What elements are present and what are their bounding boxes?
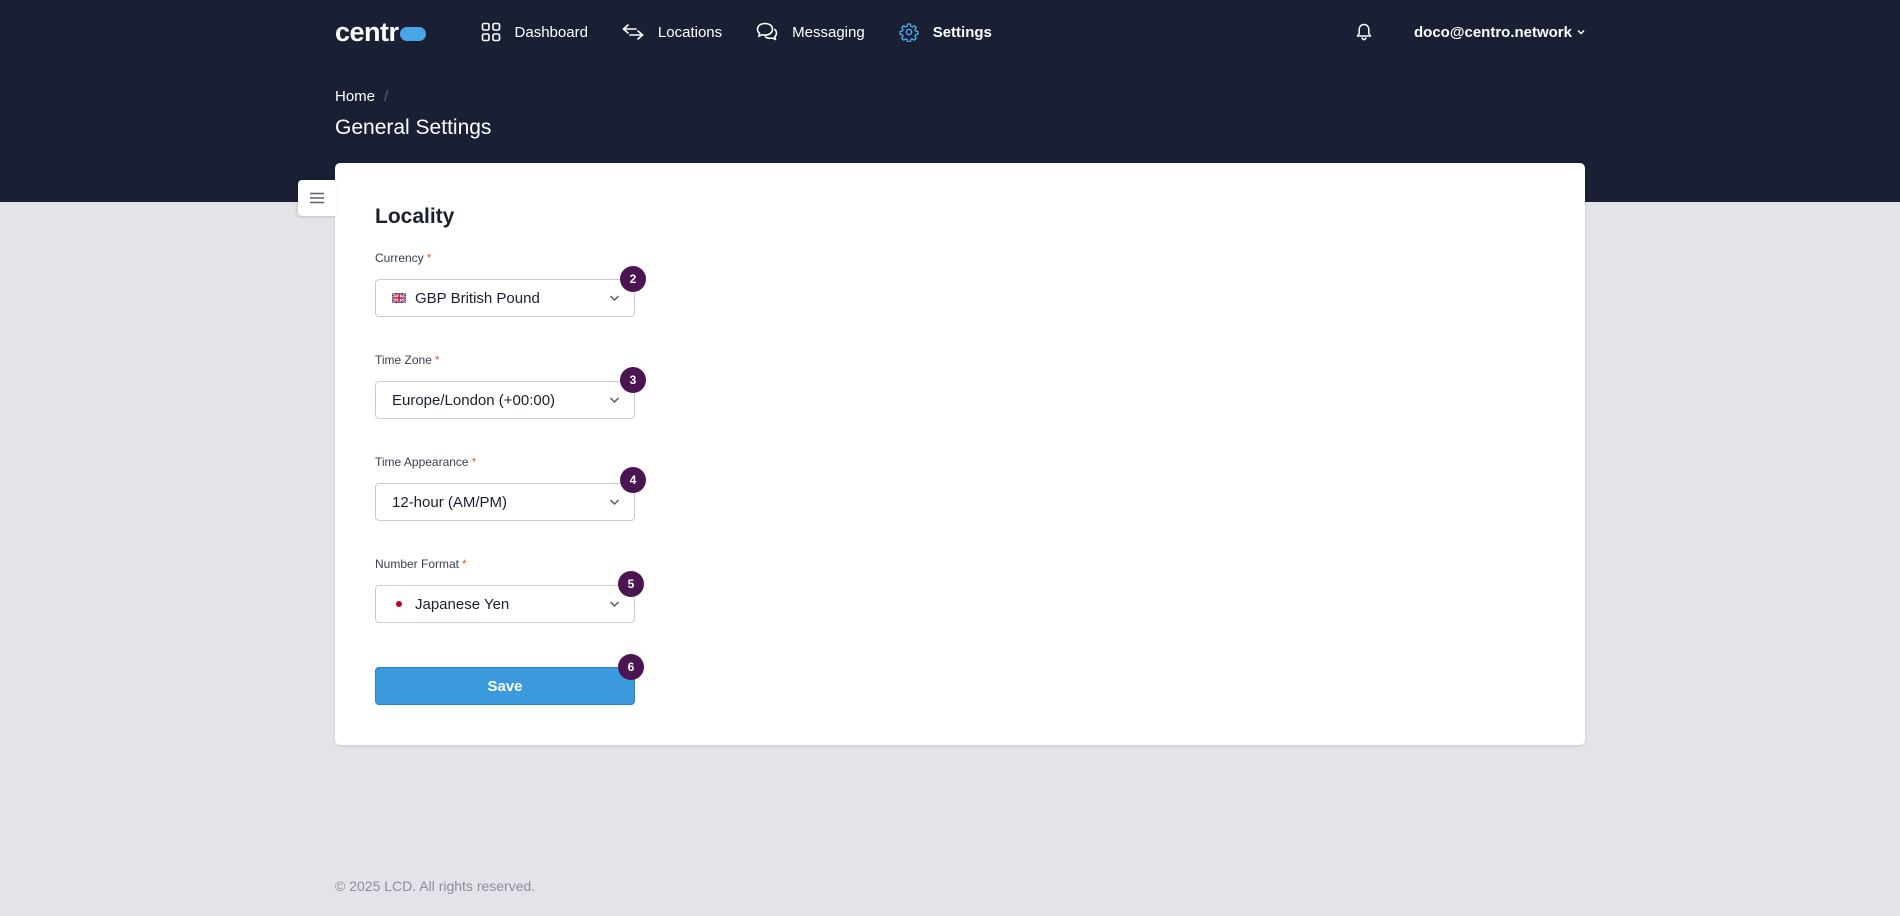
logo-pill-icon <box>399 27 426 41</box>
time-appearance-label: Time Appearance * <box>375 455 476 469</box>
breadcrumb: Home / <box>335 88 388 105</box>
section-title: Locality <box>375 205 455 228</box>
step-badge: 5 <box>618 571 644 597</box>
step-badge: 3 <box>620 367 646 393</box>
step-badge: 2 <box>620 266 646 292</box>
chevron-down-icon <box>609 295 620 302</box>
nav-right-group: doco@centro.network <box>1356 23 1585 41</box>
nav-item-dashboard[interactable]: Dashboard <box>481 22 588 42</box>
chat-bubbles-icon <box>756 22 778 41</box>
footer-copyright: © 2025 LCD. All rights reserved. <box>335 878 536 894</box>
required-mark: * <box>462 557 467 571</box>
nav-item-label: Messaging <box>792 23 865 41</box>
nav-item-label: Settings <box>932 23 992 41</box>
chevron-down-icon <box>1577 29 1585 35</box>
currency-label: Currency * <box>375 251 431 265</box>
bell-icon <box>1356 23 1372 41</box>
nav-item-label: Dashboard <box>514 23 588 41</box>
chevron-down-icon <box>609 601 620 608</box>
top-navigation: centr Dashboard Locations Messaging Sett… <box>335 0 1585 64</box>
hamburger-icon <box>310 192 324 204</box>
required-mark: * <box>426 251 432 265</box>
number-format-label: Number Format * <box>375 557 467 571</box>
currency-value: GBP British Pound <box>415 289 540 307</box>
save-button[interactable]: Save <box>375 667 635 705</box>
field-label-text: Time Appearance <box>375 455 469 469</box>
sidebar-toggle-button[interactable] <box>298 180 336 216</box>
field-label-text: Currency <box>375 251 424 265</box>
currency-select[interactable]: GBP British Pound <box>375 279 635 317</box>
japan-flag-icon <box>392 599 406 609</box>
settings-card: Locality Currency * GBP British Pound 2 T… <box>335 163 1585 745</box>
notifications-button[interactable] <box>1356 23 1372 41</box>
time-zone-value: Europe/London (+00:00) <box>392 391 556 409</box>
grid-icon <box>481 22 500 42</box>
number-format-value: Japanese Yen <box>415 595 510 613</box>
time-appearance-value: 12-hour (AM/PM) <box>392 493 508 511</box>
required-mark: * <box>434 353 440 367</box>
uk-flag-icon <box>392 293 406 303</box>
time-zone-label: Time Zone * <box>375 353 440 367</box>
chevron-down-icon <box>609 397 620 404</box>
nav-item-settings[interactable]: Settings <box>899 22 992 42</box>
required-mark: * <box>471 455 477 469</box>
gear-icon <box>899 23 919 42</box>
chevron-down-icon <box>609 499 620 506</box>
user-email: doco@centro.network <box>1414 23 1572 41</box>
centro-logo[interactable]: centr <box>335 17 426 48</box>
time-zone-select[interactable]: Europe/London (+00:00) <box>375 381 635 419</box>
arrows-exchange-icon <box>622 24 644 40</box>
nav-item-messaging[interactable]: Messaging <box>756 22 865 42</box>
logo-text: centr <box>335 16 399 47</box>
number-format-select[interactable]: Japanese Yen <box>375 585 635 623</box>
breadcrumb-separator: / <box>384 88 389 105</box>
time-appearance-select[interactable]: 12-hour (AM/PM) <box>375 483 635 521</box>
breadcrumb-home[interactable]: Home <box>335 88 375 105</box>
field-label-text: Number Format <box>375 557 460 571</box>
nav-item-label: Locations <box>657 23 723 41</box>
step-badge: 6 <box>618 654 644 680</box>
page-title: General Settings <box>335 116 492 139</box>
user-menu[interactable]: doco@centro.network <box>1414 24 1585 41</box>
field-label-text: Time Zone <box>375 353 432 367</box>
step-badge: 4 <box>620 467 646 493</box>
nav-item-locations[interactable]: Locations <box>622 23 722 41</box>
